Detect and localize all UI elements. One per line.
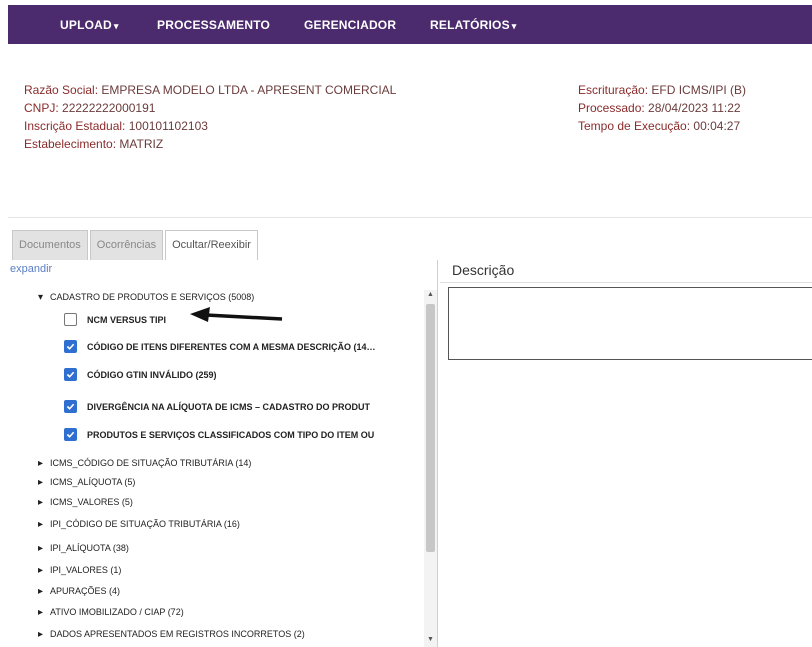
processado-row: Processado: 28/04/2023 11:22 (578, 99, 746, 117)
escrituracao-value: EFD ICMS/IPI (B) (651, 83, 747, 97)
tree-group-label: APURAÇÕES (4) (50, 586, 121, 596)
chevron-right-icon: ▸ (38, 497, 44, 508)
tempo-execucao-label: Tempo de Execução: (578, 119, 691, 133)
chevron-down-icon: ▾ (38, 292, 44, 303)
cnpj-value: 22222222000191 (62, 101, 156, 115)
chevron-right-icon: ▸ (38, 458, 44, 469)
tempo-execucao-value: 00:04:27 (693, 119, 741, 133)
tree-group-ipi-aliquota[interactable]: ▸ IPI_ALÍQUOTA (38) (38, 543, 129, 554)
razao-social-label: Razão Social: (24, 83, 99, 97)
checkbox-checked[interactable] (64, 340, 77, 353)
chevron-down-icon: ▾ (511, 21, 517, 31)
tab-bar: Documentos Ocorrências Ocultar/Reexibir (12, 230, 260, 260)
tree-item-divergencia-aliquota[interactable]: DIVERGÊNCIA NA ALÍQUOTA DE ICMS – CADAST… (64, 400, 370, 413)
tree-group-label: IPI_ALÍQUOTA (38) (50, 543, 129, 553)
checkmark-icon (66, 371, 75, 378)
tab-ocultar-reexibir[interactable]: Ocultar/Reexibir (165, 230, 258, 260)
tree-item-label: NCM VERSUS TIPI (87, 314, 167, 325)
chevron-right-icon: ▸ (38, 519, 44, 530)
tree-item-label: CÓDIGO DE ITENS DIFERENTES COM A MESMA D… (87, 341, 376, 352)
cnpj-row: CNPJ: 22222222000191 (24, 99, 396, 117)
inscricao-estadual-row: Inscrição Estadual: 100101102103 (24, 117, 396, 135)
estabelecimento-row: Estabelecimento: MATRIZ (24, 135, 396, 153)
tree-group-icms-valores[interactable]: ▸ ICMS_VALORES (5) (38, 497, 133, 508)
scroll-up-icon[interactable]: ▲ (424, 290, 437, 300)
tree-group-icms-aliquota[interactable]: ▸ ICMS_ALÍQUOTA (5) (38, 477, 135, 488)
nav-upload-label: UPLOAD (60, 18, 112, 32)
tree-group-ipi-cst[interactable]: ▸ IPI_CÓDIGO DE SITUAÇÃO TRIBUTÁRIA (16) (38, 519, 240, 530)
tempo-execucao-row: Tempo de Execução: 00:04:27 (578, 117, 746, 135)
nav-gerenciador[interactable]: GERENCIADOR (304, 18, 396, 32)
checkmark-icon (66, 431, 75, 438)
checkbox-checked[interactable] (64, 368, 77, 381)
escrituracao-label: Escrituração: (578, 83, 649, 97)
tree-group-apuracoes[interactable]: ▸ APURAÇÕES (4) (38, 586, 120, 597)
tree-group-ativo-imobilizado[interactable]: ▸ ATIVO IMOBILIZADO / CIAP (72) (38, 607, 184, 618)
tree-scrollbar[interactable]: ▲ ▼ (424, 290, 437, 647)
tree-group-label: IPI_CÓDIGO DE SITUAÇÃO TRIBUTÁRIA (16) (50, 519, 240, 529)
scroll-down-icon[interactable]: ▼ (424, 635, 437, 645)
tree-item-label: DIVERGÊNCIA NA ALÍQUOTA DE ICMS – CADAST… (87, 401, 371, 412)
tree-item-ncm-versus-tipi[interactable]: NCM VERSUS TIPI (64, 313, 166, 326)
inscricao-estadual-value: 100101102103 (128, 119, 208, 133)
description-box (448, 287, 812, 360)
checkmark-icon (66, 403, 75, 410)
nav-gerenciador-label: GERENCIADOR (304, 18, 397, 32)
nav-processamento[interactable]: PROCESSAMENTO (157, 18, 270, 32)
tree-group-label: ICMS_ALÍQUOTA (5) (50, 477, 136, 487)
tree-group-icms-cst[interactable]: ▸ ICMS_CÓDIGO DE SITUAÇÃO TRIBUTÁRIA (14) (38, 458, 251, 469)
tree-group-label: DADOS APRESENTADOS EM REGISTROS INCORRET… (50, 629, 305, 639)
tree-group-label: IPI_VALORES (1) (50, 565, 122, 575)
scrollbar-thumb[interactable] (426, 304, 435, 552)
tab-documentos[interactable]: Documentos (12, 230, 88, 260)
estabelecimento-value: MATRIZ (119, 137, 164, 151)
estabelecimento-label: Estabelecimento: (24, 137, 117, 151)
chevron-right-icon: ▸ (38, 477, 44, 488)
tree-group-label: ATIVO IMOBILIZADO / CIAP (72) (50, 607, 184, 617)
company-info: Razão Social: EMPRESA MODELO LTDA - APRE… (24, 81, 396, 153)
razao-social-value: EMPRESA MODELO LTDA - APRESENT COMERCIAL (101, 83, 397, 97)
chevron-right-icon: ▸ (38, 607, 44, 618)
processado-value: 28/04/2023 11:22 (648, 101, 741, 115)
description-title: Descrição (452, 262, 515, 278)
tree-group-label: ICMS_VALORES (5) (50, 497, 133, 507)
chevron-right-icon: ▸ (38, 565, 44, 576)
nav-upload-menu[interactable]: UPLOAD ▾ (60, 18, 119, 32)
processado-label: Processado: (578, 101, 645, 115)
tree-group-dados-registros-incorretos[interactable]: ▸ DADOS APRESENTADOS EM REGISTROS INCORRE… (38, 629, 305, 640)
tree-item-label: CÓDIGO GTIN INVÁLIDO (259) (87, 369, 217, 380)
checkbox-checked[interactable] (64, 428, 77, 441)
chevron-right-icon: ▸ (38, 629, 44, 640)
tree-item-produtos-servicos-classificados[interactable]: PRODUTOS E SERVIÇOS CLASSIFICADOS COM TI… (64, 428, 374, 441)
tree-item-codigo-itens-diferentes[interactable]: CÓDIGO DE ITENS DIFERENTES COM A MESMA D… (64, 340, 376, 353)
escrituracao-row: Escrituração: EFD ICMS/IPI (B) (578, 81, 746, 99)
tree-group-label: CADASTRO DE PRODUTOS E SERVIÇOS (5008) (50, 292, 255, 302)
nav-processamento-label: PROCESSAMENTO (157, 18, 271, 32)
tree-item-codigo-gtin-invalido[interactable]: CÓDIGO GTIN INVÁLIDO (259) (64, 368, 217, 381)
tree-group-ipi-valores[interactable]: ▸ IPI_VALORES (1) (38, 565, 121, 576)
processing-info: Escrituração: EFD ICMS/IPI (B) Processad… (578, 81, 746, 135)
nav-relatorios-menu[interactable]: RELATÓRIOS ▾ (430, 18, 517, 32)
checkbox-checked[interactable] (64, 400, 77, 413)
header-divider (8, 217, 812, 218)
checkmark-icon (66, 343, 75, 350)
chevron-right-icon: ▸ (38, 543, 44, 554)
inscricao-estadual-label: Inscrição Estadual: (24, 119, 126, 133)
tab-ocorrencias[interactable]: Ocorrências (89, 230, 164, 260)
chevron-down-icon: ▾ (113, 21, 119, 31)
arrow-annotation-icon (190, 307, 283, 322)
nav-relatorios-label: RELATÓRIOS (430, 18, 510, 32)
tree-group-cadastro-produtos[interactable]: ▾ CADASTRO DE PRODUTOS E SERVIÇOS (5008) (38, 292, 254, 303)
chevron-right-icon: ▸ (38, 586, 44, 597)
razao-social-row: Razão Social: EMPRESA MODELO LTDA - APRE… (24, 81, 396, 99)
description-header-line (440, 282, 812, 283)
checkbox-unchecked[interactable] (64, 313, 77, 326)
cnpj-label: CNPJ: (24, 101, 59, 115)
top-navigation-bar: UPLOAD ▾ PROCESSAMENTO GERENCIADOR RELATÓ… (8, 5, 812, 44)
tree-item-label: PRODUTOS E SERVIÇOS CLASSIFICADOS COM TI… (87, 429, 375, 440)
tree-group-label: ICMS_CÓDIGO DE SITUAÇÃO TRIBUTÁRIA (14) (50, 458, 252, 468)
